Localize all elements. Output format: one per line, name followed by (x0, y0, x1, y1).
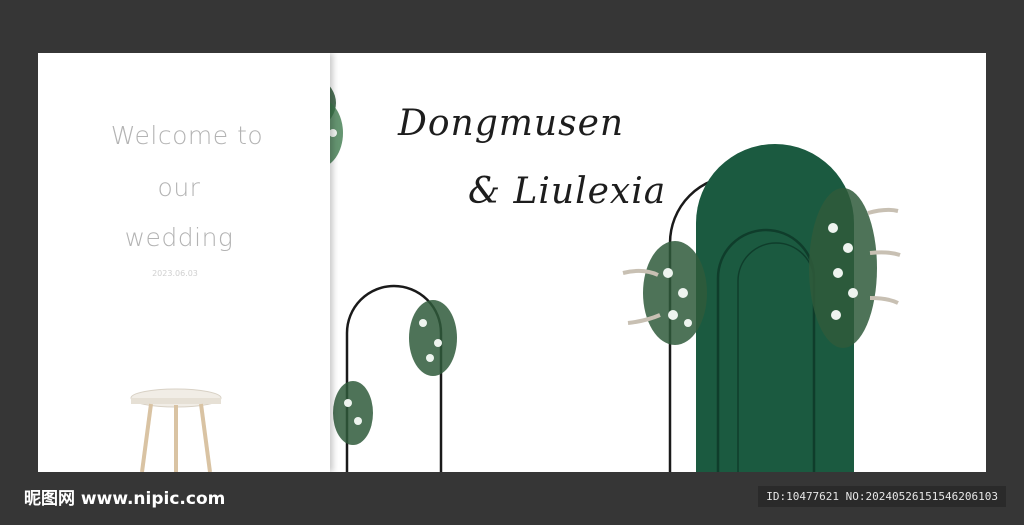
table-leg (140, 403, 153, 472)
side-table-illustration (130, 388, 222, 472)
flower-cluster-tall-arch-left (622, 241, 707, 345)
welcome-panel: Welcome to our wedding 2023.06.03 (38, 53, 330, 472)
flower-cluster-small-arch-bottom (333, 381, 373, 445)
table-leg (199, 403, 212, 472)
wedding-backdrop: Welcome to our wedding 2023.06.03 Dongmu… (38, 53, 986, 472)
watermark-id: ID:10477621 NO:20240526151546206103 (758, 486, 1006, 507)
flower-cluster-small-arch-top (409, 300, 457, 376)
table-edge (131, 398, 221, 404)
flower-cluster-green-arch-right (809, 188, 901, 348)
watermark-site: 昵图网 www.nipic.com (24, 489, 226, 509)
